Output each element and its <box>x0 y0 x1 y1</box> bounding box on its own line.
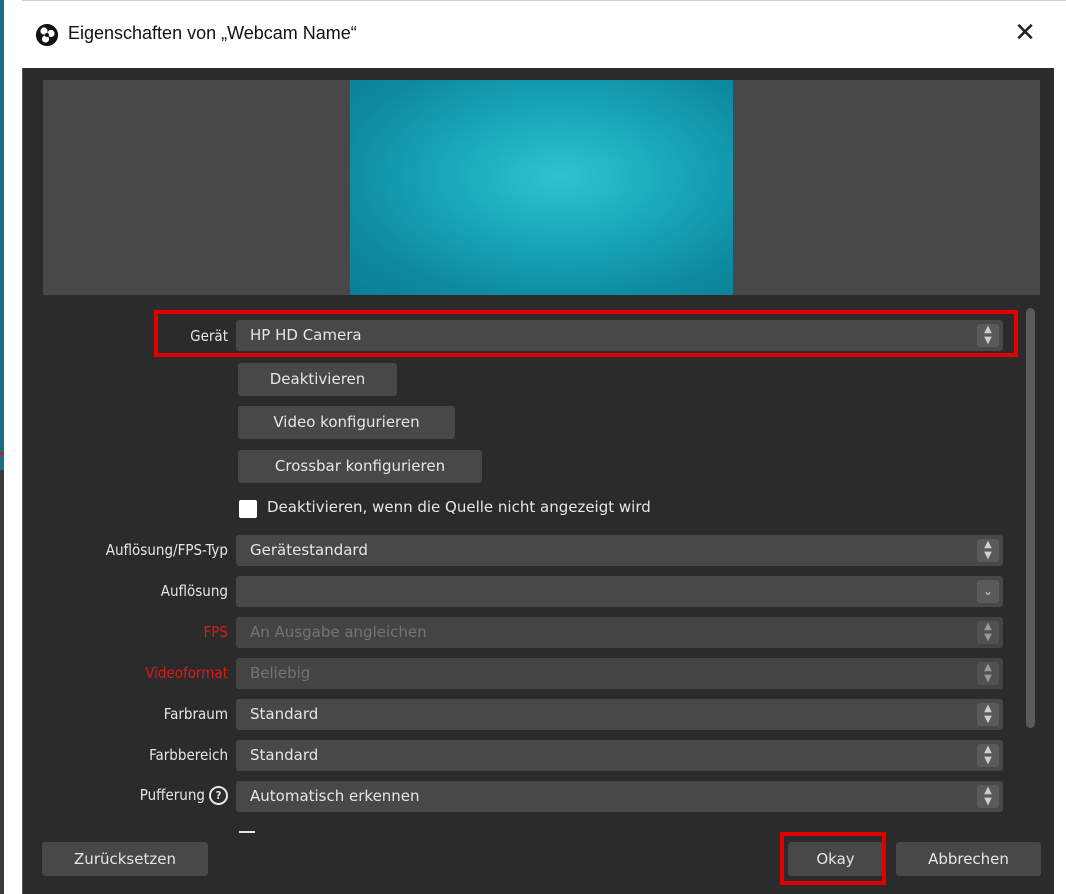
deactivate-when-hidden-label[interactable]: Deaktivieren, wenn die Quelle nicht ange… <box>267 498 651 516</box>
background-window-accent <box>0 452 4 455</box>
updown-arrow-icon: ▲ ▼ <box>977 744 999 767</box>
fps-label: FPS <box>203 623 228 641</box>
background-window-edge <box>0 0 4 470</box>
video-format-value: Beliebig <box>250 664 311 682</box>
updown-arrow-icon: ▲ ▼ <box>977 703 999 726</box>
resolution-fps-type-select[interactable]: Gerätestandard ▲ ▼ <box>236 535 1003 566</box>
device-highlight <box>154 310 1018 357</box>
clipped-content-edge <box>239 831 255 833</box>
ok-highlight <box>780 832 886 885</box>
properties-dialog: Gerät HP HD Camera ▲ ▼ Deaktivieren Video… <box>22 68 1054 894</box>
deactivate-button[interactable]: Deaktivieren <box>238 363 397 396</box>
updown-arrow-icon: ▲ ▼ <box>977 785 999 808</box>
color-space-value: Standard <box>250 705 319 723</box>
buffering-label-wrap: Pufferung? <box>140 786 228 805</box>
background-window-edge-lower <box>0 470 4 894</box>
color-range-select[interactable]: Standard ▲ ▼ <box>236 740 1003 771</box>
resolution-combobox[interactable]: ⌄ <box>236 576 1003 607</box>
updown-arrow-icon: ▲ ▼ <box>977 662 999 685</box>
close-icon[interactable]: ✕ <box>1010 18 1040 48</box>
configure-video-button[interactable]: Video konfigurieren <box>238 406 455 439</box>
buffering-select[interactable]: Automatisch erkennen ▲ ▼ <box>236 781 1003 812</box>
resolution-label: Auflösung <box>160 582 228 600</box>
color-space-select[interactable]: Standard ▲ ▼ <box>236 699 1003 730</box>
reset-button[interactable]: Zurücksetzen <box>42 842 208 876</box>
video-format-select: Beliebig ▲ ▼ <box>236 658 1003 689</box>
buffering-value: Automatisch erkennen <box>250 787 420 805</box>
scrollbar-thumb[interactable] <box>1026 308 1035 728</box>
color-range-value: Standard <box>250 746 319 764</box>
fps-value: An Ausgabe angleichen <box>250 623 427 641</box>
deactivate-when-hidden-checkbox[interactable] <box>239 500 257 518</box>
resolution-fps-type-label: Auflösung/FPS-Typ <box>105 541 228 559</box>
resolution-fps-type-value: Gerätestandard <box>250 541 368 559</box>
buffering-label: Pufferung <box>139 786 205 804</box>
obs-logo-icon <box>36 24 58 46</box>
color-range-label: Farbbereich <box>149 746 228 764</box>
configure-crossbar-button[interactable]: Crossbar konfigurieren <box>238 450 482 483</box>
webcam-preview-image <box>350 80 733 295</box>
cancel-button[interactable]: Abbrechen <box>896 842 1041 876</box>
video-format-label: Videoformat <box>145 664 228 682</box>
title-bar: Eigenschaften von „Webcam Name“ ✕ <box>22 0 1066 69</box>
fps-select: An Ausgabe angleichen ▲ ▼ <box>236 617 1003 648</box>
color-space-label: Farbraum <box>163 705 228 723</box>
scrollbar[interactable] <box>1024 308 1036 730</box>
updown-arrow-icon: ▲ ▼ <box>977 621 999 644</box>
source-preview <box>43 80 1040 295</box>
chevron-down-icon[interactable]: ⌄ <box>977 580 999 603</box>
updown-arrow-icon: ▲ ▼ <box>977 539 999 562</box>
help-circle-icon[interactable]: ? <box>209 786 228 805</box>
window-title: Eigenschaften von „Webcam Name“ <box>68 23 357 43</box>
